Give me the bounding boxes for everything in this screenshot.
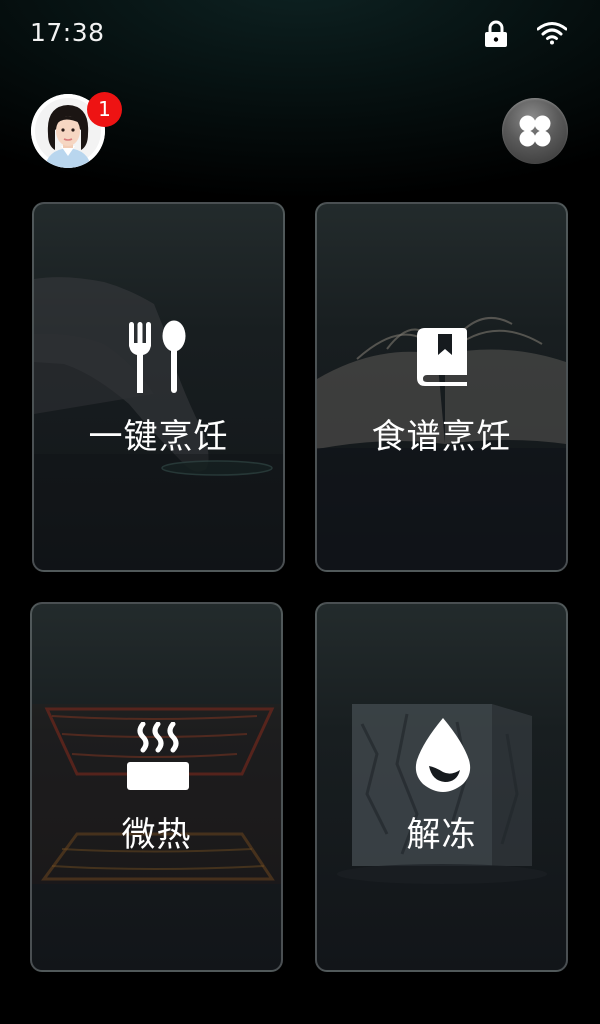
card-label: 微热 [121, 815, 192, 855]
recipe-book-icon [417, 328, 467, 386]
steam-heat-icon [127, 722, 189, 790]
notification-badge: 1 [87, 92, 122, 127]
grid-apps-icon [519, 115, 551, 147]
card-reheat[interactable]: 微热 [30, 602, 283, 972]
wifi-icon [537, 22, 567, 45]
card-label: 解冻 [406, 815, 477, 855]
card-label: 食谱烹饪 [371, 417, 512, 457]
apps-button[interactable] [502, 98, 568, 164]
card-background-book-image [317, 316, 566, 570]
card-defrost[interactable]: 解冻 [315, 602, 568, 972]
status-time: 17:38 [30, 18, 105, 47]
card-recipe-cooking[interactable]: 食谱烹饪 [315, 202, 568, 572]
water-drop-icon [415, 718, 471, 792]
card-label: 一键烹饪 [88, 417, 229, 457]
card-one-touch-cooking[interactable]: 一键烹饪 [32, 202, 285, 572]
lock-icon [485, 20, 507, 47]
fork-spoon-icon [129, 320, 186, 393]
